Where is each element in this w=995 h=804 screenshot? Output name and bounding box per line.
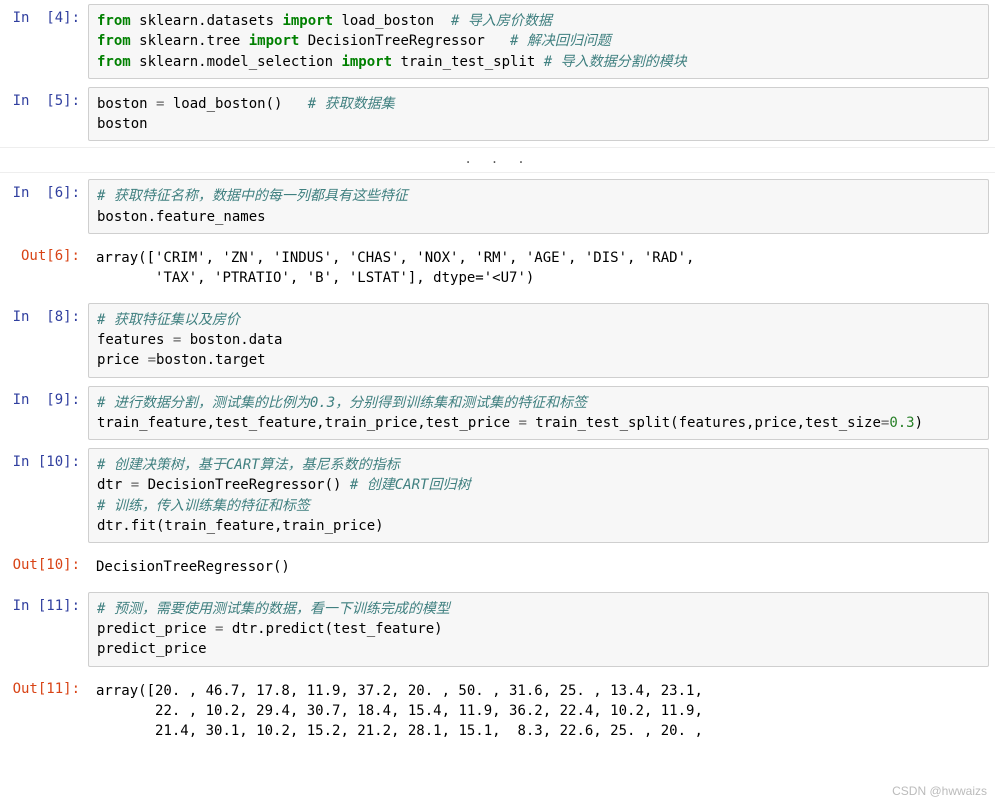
code-input-9[interactable]: # 进行数据分割，测试集的比例为0.3，分别得到训练集和测试集的特征和标签 tr…: [88, 386, 989, 441]
prompt-in-6: In [6]:: [0, 179, 88, 234]
import-name: DecisionTreeRegressor: [299, 33, 510, 49]
divider: [0, 147, 995, 148]
output-cell-6: Out[6]: array(['CRIM', 'ZN', 'INDUS', 'C…: [0, 238, 995, 299]
comment: # 预测，需要使用测试集的数据，看一下训练完成的模型: [97, 601, 450, 617]
module-name: sklearn.datasets: [131, 13, 283, 29]
code-text: DecisionTreeRegressor(): [139, 477, 350, 493]
module-name: sklearn.model_selection: [131, 54, 342, 70]
code-input-6[interactable]: # 获取特征名称，数据中的每一列都具有这些特征 boston.feature_n…: [88, 179, 989, 234]
comment: # 获取特征集以及房价: [97, 312, 240, 328]
code-text: predict_price: [97, 641, 207, 657]
code-input-5[interactable]: boston = load_boston() # 获取数据集 boston: [88, 87, 989, 142]
code-text: load_boston(): [164, 96, 307, 112]
prompt-out-6: Out[6]:: [0, 242, 88, 295]
code-input-4[interactable]: from sklearn.datasets import load_boston…: [88, 4, 989, 79]
comment: # 获取数据集: [308, 96, 395, 112]
output-text-11: array([20. , 46.7, 17.8, 11.9, 37.2, 20.…: [88, 675, 995, 748]
input-cell-4: In [4]: from sklearn.datasets import loa…: [0, 0, 995, 83]
code-text: boston.feature_names: [97, 209, 266, 225]
comment: # 创建CART回归树: [350, 477, 471, 493]
watermark: CSDN @hwwaizs: [892, 784, 987, 798]
comment: # 导入数据分割的模块: [544, 54, 687, 70]
prompt-in-11: In [11]:: [0, 592, 88, 667]
code-text: ): [915, 415, 923, 431]
prompt-out-11: Out[11]:: [0, 675, 88, 748]
input-cell-11: In [11]: # 预测，需要使用测试集的数据，看一下训练完成的模型 pred…: [0, 588, 995, 671]
keyword-from: from: [97, 33, 131, 49]
code-text: boston: [97, 96, 156, 112]
code-text: predict_price: [97, 621, 215, 637]
output-cell-10: Out[10]: DecisionTreeRegressor(): [0, 547, 995, 587]
import-name: train_test_split: [392, 54, 544, 70]
input-cell-9: In [9]: # 进行数据分割，测试集的比例为0.3，分别得到训练集和测试集的…: [0, 382, 995, 445]
keyword-import: import: [341, 54, 392, 70]
code-input-8[interactable]: # 获取特征集以及房价 features = boston.data price…: [88, 303, 989, 378]
prompt-in-9: In [9]:: [0, 386, 88, 441]
divider: [0, 172, 995, 173]
prompt-in-5: In [5]:: [0, 87, 88, 142]
module-name: sklearn.tree: [131, 33, 249, 49]
code-text: train_feature,test_feature,train_price,t…: [97, 415, 518, 431]
code-text: dtr.fit(train_feature,train_price): [97, 518, 384, 534]
code-text: dtr: [97, 477, 131, 493]
comment: # 导入房价数据: [451, 13, 552, 29]
code-text: price: [97, 352, 148, 368]
prompt-in-8: In [8]:: [0, 303, 88, 378]
comment: # 进行数据分割，测试集的比例为0.3，分别得到训练集和测试集的特征和标签: [97, 395, 587, 411]
output-text-10: DecisionTreeRegressor(): [88, 551, 995, 583]
code-text: boston.target: [156, 352, 266, 368]
comment: # 训练，传入训练集的特征和标签: [97, 498, 310, 514]
prompt-out-10: Out[10]:: [0, 551, 88, 583]
comment: # 获取特征名称，数据中的每一列都具有这些特征: [97, 188, 408, 204]
input-cell-5: In [5]: boston = load_boston() # 获取数据集 b…: [0, 83, 995, 146]
code-text: dtr.predict(test_feature): [223, 621, 442, 637]
code-text: train_test_split(features,price,test_siz…: [527, 415, 881, 431]
keyword-from: from: [97, 54, 131, 70]
code-input-11[interactable]: # 预测，需要使用测试集的数据，看一下训练完成的模型 predict_price…: [88, 592, 989, 667]
output-cell-11: Out[11]: array([20. , 46.7, 17.8, 11.9, …: [0, 671, 995, 752]
input-cell-10: In [10]: # 创建决策树，基于CART算法，基尼系数的指标 dtr = …: [0, 444, 995, 547]
operator: =: [518, 415, 526, 431]
comment: # 解决回归问题: [510, 33, 611, 49]
code-text: boston.data: [181, 332, 282, 348]
import-name: load_boston: [333, 13, 451, 29]
collapsed-output-ellipsis[interactable]: . . .: [0, 150, 995, 170]
prompt-in-4: In [4]:: [0, 4, 88, 79]
code-text: features: [97, 332, 173, 348]
output-text-6: array(['CRIM', 'ZN', 'INDUS', 'CHAS', 'N…: [88, 242, 995, 295]
code-text: boston: [97, 116, 148, 132]
comment: # 创建决策树，基于CART算法，基尼系数的指标: [97, 457, 400, 473]
keyword-import: import: [282, 13, 333, 29]
number-literal: 0.3: [889, 415, 914, 431]
code-input-10[interactable]: # 创建决策树，基于CART算法，基尼系数的指标 dtr = DecisionT…: [88, 448, 989, 543]
operator: =: [148, 352, 156, 368]
keyword-import: import: [249, 33, 300, 49]
input-cell-8: In [8]: # 获取特征集以及房价 features = boston.da…: [0, 299, 995, 382]
operator: =: [131, 477, 139, 493]
prompt-in-10: In [10]:: [0, 448, 88, 543]
keyword-from: from: [97, 13, 131, 29]
input-cell-6: In [6]: # 获取特征名称，数据中的每一列都具有这些特征 boston.f…: [0, 175, 995, 238]
